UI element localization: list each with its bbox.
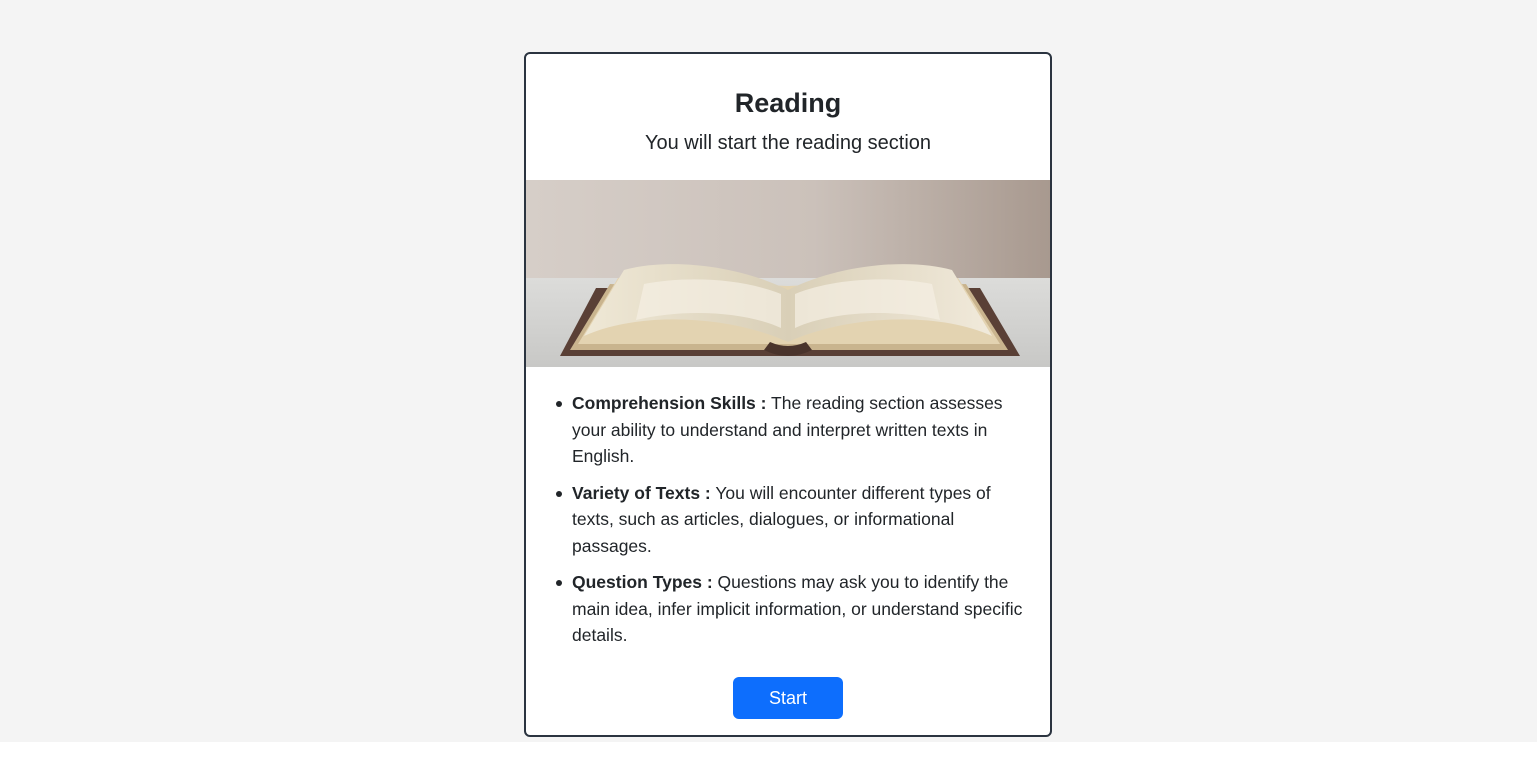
list-item: Variety of Texts : You will encounter di…: [556, 480, 1034, 560]
list-item-term: Comprehension Skills :: [572, 393, 767, 413]
reading-intro-card: Reading You will start the reading secti…: [524, 52, 1052, 737]
list-item-term: Question Types :: [572, 572, 713, 592]
card-subtitle: You will start the reading section: [644, 132, 932, 154]
start-button[interactable]: Start: [733, 677, 843, 719]
list-item-term: Variety of Texts :: [572, 482, 711, 503]
list-item: Comprehension Skills : The reading secti…: [556, 390, 1034, 470]
info-list: Comprehension Skills : The reading secti…: [556, 390, 1034, 659]
card-title: Reading: [734, 88, 842, 118]
list-item: Question Types : Questions may ask you t…: [556, 569, 1034, 649]
open-book-image: [526, 180, 1050, 367]
